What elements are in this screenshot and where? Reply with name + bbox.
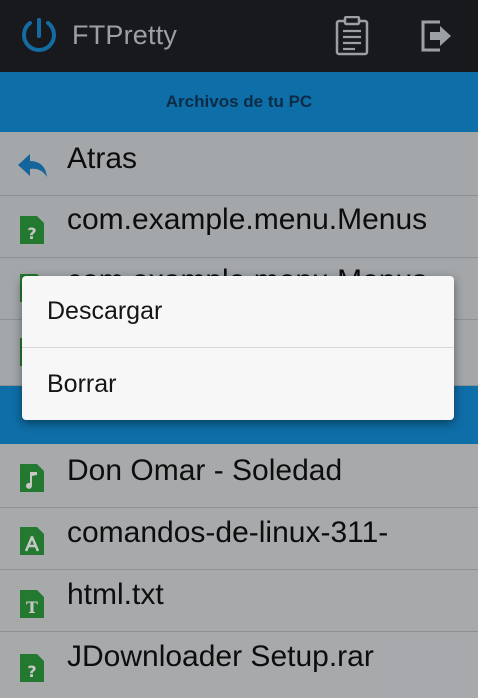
delete-menu-item[interactable]: Borrar (22, 348, 454, 420)
context-menu-dialog: Descargar Borrar (22, 276, 454, 420)
download-menu-item[interactable]: Descargar (22, 276, 454, 348)
delete-menu-label: Borrar (47, 369, 117, 398)
download-menu-label: Descargar (47, 297, 163, 325)
